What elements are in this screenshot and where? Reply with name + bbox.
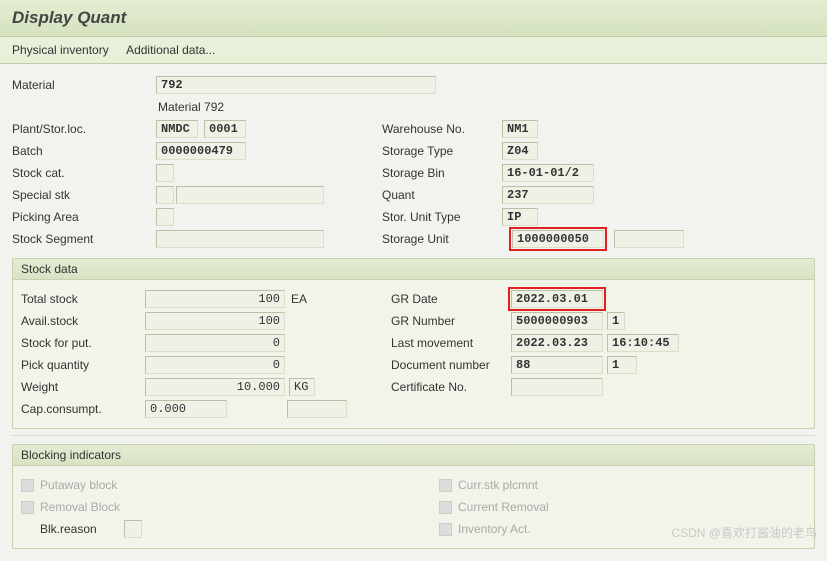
plant-field[interactable]: NMDC [156, 120, 198, 138]
doc-number-field[interactable]: 88 [511, 356, 603, 374]
cert-label: Certificate No. [391, 380, 511, 394]
stock-segment-label: Stock Segment [12, 232, 122, 246]
title-bar: Display Quant [0, 0, 827, 37]
plant-label: Plant/Stor.loc. [12, 122, 122, 136]
pick-qty-label: Pick quantity [21, 358, 123, 372]
curr-rem-label: Current Removal [458, 500, 549, 514]
pick-qty-field[interactable]: 0 [145, 356, 285, 374]
quant-label: Quant [382, 188, 502, 202]
total-stock-label: Total stock [21, 292, 123, 306]
material-text: Material 792 [156, 100, 224, 114]
weight-field[interactable]: 10.000 [145, 378, 285, 396]
stock-for-put-label: Stock for put. [21, 336, 123, 350]
curr-stk-label: Curr.stk plcmnt [458, 478, 538, 492]
quant-field[interactable]: 237 [502, 186, 594, 204]
stor-unit-type-label: Stor. Unit Type [382, 210, 502, 224]
storage-bin-field[interactable]: 16-01-01/2 [502, 164, 594, 182]
storage-unit-extra-field[interactable] [614, 230, 684, 248]
blk-reason-label: Blk.reason [40, 522, 124, 536]
sloc-field[interactable]: 0001 [204, 120, 246, 138]
blocking-title: Blocking indicators [13, 445, 814, 466]
gr-date-field[interactable]: 2022.03.01 [511, 290, 603, 308]
content-area: Material 792 Material 792 Plant/Stor.loc… [0, 64, 827, 561]
gr-date-label: GR Date [391, 292, 511, 306]
stock-data-group: Stock data Total stock 100 EA GR Date 20… [12, 258, 815, 429]
last-mvmt-date-field[interactable]: 2022.03.23 [511, 334, 603, 352]
removal-block-label: Removal Block [40, 500, 120, 514]
doc-item-field[interactable]: 1 [607, 356, 637, 374]
total-stock-field[interactable]: 100 [145, 290, 285, 308]
removal-block-checkbox [21, 501, 34, 514]
inv-act-checkbox [439, 523, 452, 536]
cap-label: Cap.consumpt. [21, 402, 123, 416]
storage-bin-label: Storage Bin [382, 166, 502, 180]
avail-stock-label: Avail.stock [21, 314, 123, 328]
curr-stk-checkbox [439, 479, 452, 492]
gr-item-field[interactable]: 1 [607, 312, 625, 330]
storage-type-label: Storage Type [382, 144, 502, 158]
cert-field[interactable] [511, 378, 603, 396]
material-field[interactable]: 792 [156, 76, 436, 94]
stock-data-title: Stock data [13, 259, 814, 280]
special-stk-field[interactable] [156, 186, 174, 204]
gr-number-field[interactable]: 5000000903 [511, 312, 603, 330]
menu-physical-inventory[interactable]: Physical inventory [12, 43, 109, 57]
curr-rem-checkbox [439, 501, 452, 514]
storage-unit-label: Storage Unit [382, 232, 502, 246]
menu-bar: Physical inventory Additional data... [0, 37, 827, 64]
uom-label: EA [291, 292, 307, 306]
picking-area-label: Picking Area [12, 210, 122, 224]
warehouse-label: Warehouse No. [382, 122, 502, 136]
inv-act-label: Inventory Act. [458, 522, 531, 536]
stock-cat-label: Stock cat. [12, 166, 122, 180]
menu-additional-data[interactable]: Additional data... [126, 43, 215, 57]
cap-extra-field[interactable] [287, 400, 347, 418]
separator [12, 435, 815, 436]
gr-number-label: GR Number [391, 314, 511, 328]
material-label: Material [12, 78, 122, 92]
putaway-block-checkbox [21, 479, 34, 492]
stock-cat-field[interactable] [156, 164, 174, 182]
batch-label: Batch [12, 144, 122, 158]
stock-for-put-field[interactable]: 0 [145, 334, 285, 352]
weight-label: Weight [21, 380, 123, 394]
special-stk-label: Special stk [12, 188, 122, 202]
weight-uom-field[interactable]: KG [289, 378, 315, 396]
watermark: CSDN @喜欢打酱油的老鸟 [671, 524, 817, 541]
doc-number-label: Document number [391, 358, 511, 372]
page-title: Display Quant [12, 8, 815, 28]
last-mvmt-time-field[interactable]: 16:10:45 [607, 334, 679, 352]
storage-type-field[interactable]: Z04 [502, 142, 538, 160]
batch-field[interactable]: 0000000479 [156, 142, 246, 160]
last-mvmt-label: Last movement [391, 336, 511, 350]
picking-area-field[interactable] [156, 208, 174, 226]
blk-reason-field[interactable] [124, 520, 142, 538]
special-stk2-field[interactable] [176, 186, 324, 204]
storage-unit-field[interactable]: 1000000050 [512, 230, 604, 248]
stor-unit-type-field[interactable]: IP [502, 208, 538, 226]
avail-stock-field[interactable]: 100 [145, 312, 285, 330]
warehouse-field[interactable]: NM1 [502, 120, 538, 138]
stock-segment-field[interactable] [156, 230, 324, 248]
putaway-block-label: Putaway block [40, 478, 117, 492]
cap-field[interactable]: 0.000 [145, 400, 227, 418]
